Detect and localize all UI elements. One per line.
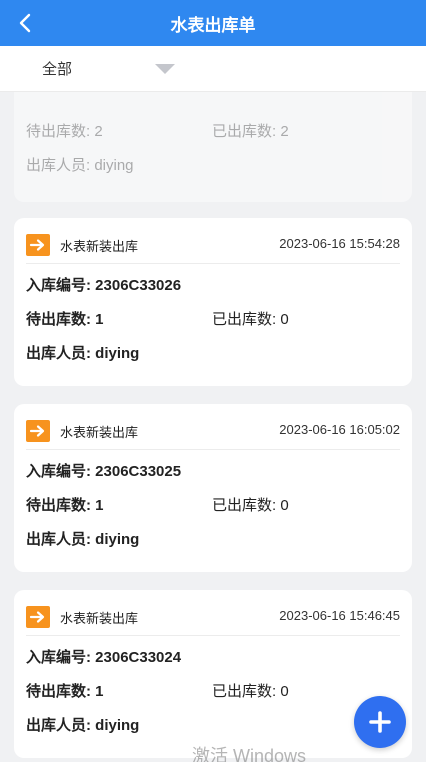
pending-count: 待出库数: 1 <box>26 311 104 328</box>
app-header: 水表出库单 <box>0 0 426 46</box>
timestamp: 2023-06-16 16:05:02 <box>279 422 400 437</box>
plus-icon <box>369 711 391 733</box>
shipped-count: 已出库数: 0 <box>212 497 289 514</box>
inbound-number: 入库编号: 2306C33024 <box>26 649 182 666</box>
outbound-type: 水表新装出库 <box>60 239 139 254</box>
pending-count: 待出库数: 1 <box>26 683 104 700</box>
shipped-count: 已出库数: 0 <box>212 683 289 700</box>
operator: 出库人员: diying <box>26 531 140 548</box>
list-item[interactable]: 水表新装出库 2023-06-16 15:54:28 入库编号: 2306C33… <box>14 218 412 386</box>
activation-watermark: 激活 Windows <box>192 746 307 762</box>
operator: 出库人员: diying <box>26 157 134 174</box>
operator: 出库人员: diying <box>26 345 140 362</box>
add-button[interactable] <box>354 696 406 748</box>
page-title: 水表出库单 <box>170 15 256 35</box>
outbound-list[interactable]: 待出库数: 2 已出库数: 2 出库人员: diying 水表新装出库 2023… <box>0 92 426 762</box>
outbound-type: 水表新装出库 <box>60 611 139 626</box>
inbound-number: 入库编号: 2306C33026 <box>26 277 182 294</box>
arrow-right-box-icon <box>26 606 50 628</box>
card-header: 水表新装出库 2023-06-16 15:46:45 <box>26 602 400 636</box>
filter-bar: 全部 <box>0 46 426 92</box>
card-header: 水表新装出库 2023-06-16 15:54:28 <box>26 230 400 264</box>
arrow-right-box-icon <box>26 420 50 442</box>
timestamp: 2023-06-16 15:46:45 <box>279 608 400 623</box>
shipped-count: 已出库数: 0 <box>212 311 289 328</box>
operator: 出库人员: diying <box>26 717 140 734</box>
back-button[interactable] <box>8 6 42 40</box>
pending-count: 待出库数: 1 <box>26 497 104 514</box>
arrow-right-box-icon <box>26 234 50 256</box>
inbound-number: 入库编号: 2306C33025 <box>26 463 182 480</box>
pending-count: 待出库数: 2 <box>26 123 103 140</box>
timestamp: 2023-06-16 15:54:28 <box>279 236 400 251</box>
card-header: 水表新装出库 2023-06-16 16:05:02 <box>26 416 400 450</box>
caret-down-icon[interactable] <box>154 63 176 75</box>
outbound-type: 水表新装出库 <box>60 425 139 440</box>
filter-dropdown[interactable]: 全部 <box>42 58 72 79</box>
list-item[interactable]: 水表新装出库 2023-06-16 16:05:02 入库编号: 2306C33… <box>14 404 412 572</box>
shipped-count: 已出库数: 2 <box>212 123 289 140</box>
chevron-left-icon <box>19 13 31 33</box>
list-item[interactable]: 水表新装出库 2023-06-16 15:46:45 入库编号: 2306C33… <box>14 590 412 758</box>
list-item[interactable]: 待出库数: 2 已出库数: 2 出库人员: diying <box>14 92 412 202</box>
